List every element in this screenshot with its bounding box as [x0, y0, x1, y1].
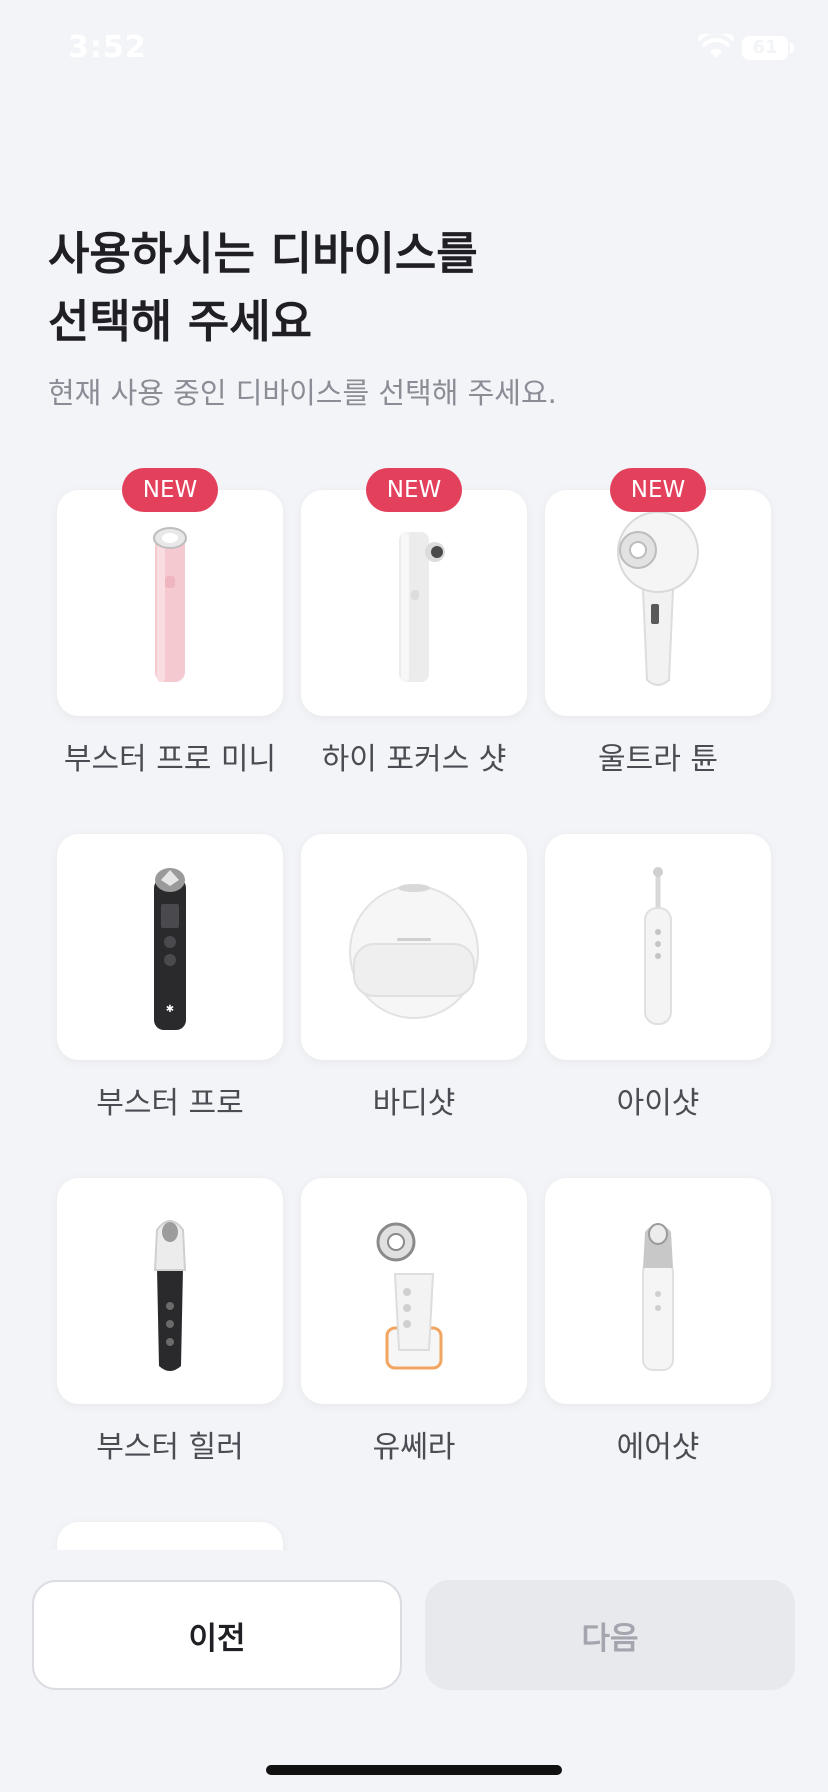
ultra-tune-image [617, 511, 699, 686]
booster-pro-image: ✱ [154, 868, 186, 1030]
svg-text:✱: ✱ [166, 1004, 174, 1015]
device-name: 부스터 힐러 [96, 1430, 244, 1465]
device-card[interactable] [57, 1522, 283, 1550]
body-shot-image [349, 884, 479, 1019]
device-name: 부스터 프로 [96, 1086, 244, 1121]
device-name: 유쎄라 [372, 1430, 456, 1465]
device-name: 울트라 튠 [598, 742, 718, 777]
new-badge: NEW [366, 468, 462, 512]
device-card[interactable] [545, 490, 771, 716]
device-card[interactable] [301, 1178, 527, 1404]
device-card[interactable]: ✱ [57, 834, 283, 1060]
device-name: 에어샷 [616, 1430, 700, 1465]
device-card[interactable] [57, 490, 283, 716]
high-focus-shot-image [399, 532, 445, 682]
next-button[interactable]: 다음 [425, 1580, 795, 1690]
eye-shot-image [644, 867, 672, 1025]
booster-healer-image [153, 1220, 187, 1371]
device-name: 부스터 프로 미니 [63, 742, 277, 777]
device-card[interactable] [57, 1178, 283, 1404]
device-card[interactable] [545, 1178, 771, 1404]
device-name: 바디샷 [372, 1086, 456, 1121]
device-grid: NEW 부스터 프로 미니 NEW 하이 포커스 샷 NEW 울트라 튠 ✱ 부… [0, 0, 828, 1550]
booster-pro-mini-image [153, 527, 187, 682]
new-badge: NEW [122, 468, 218, 512]
prev-button[interactable]: 이전 [32, 1580, 402, 1690]
device-name: 아이샷 [616, 1086, 700, 1121]
air-shot-image [642, 1223, 674, 1371]
device-card[interactable] [545, 834, 771, 1060]
device-name: 하이 포커스 샷 [321, 742, 507, 777]
ussera-image [376, 1222, 443, 1370]
device-card[interactable] [301, 490, 527, 716]
home-indicator [266, 1765, 562, 1775]
new-badge: NEW [610, 468, 706, 512]
device-card[interactable] [301, 834, 527, 1060]
